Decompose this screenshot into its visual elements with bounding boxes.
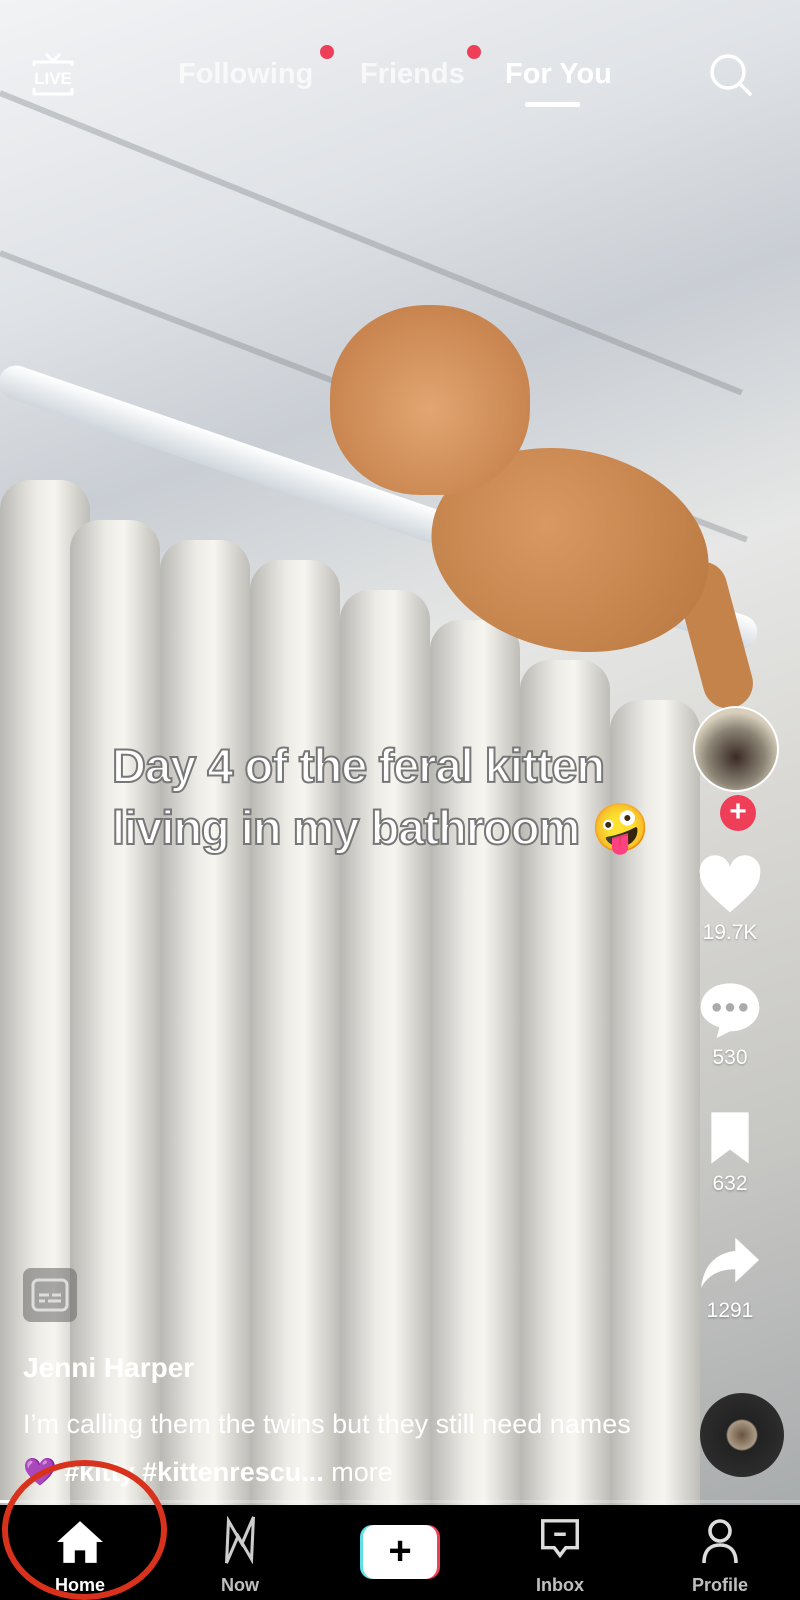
nav-now-label: Now: [221, 1575, 259, 1595]
comment-button[interactable]: 530: [690, 980, 770, 1070]
nav-inbox-label: Inbox: [536, 1575, 584, 1595]
bookmark-count: 632: [712, 1172, 748, 1195]
captions-icon: [31, 1278, 69, 1312]
active-tab-indicator: [525, 102, 580, 107]
inbox-icon: [541, 1519, 579, 1559]
share-button[interactable]: 1291: [690, 1235, 770, 1323]
top-bar: LIVE Following Friends For You: [0, 40, 800, 110]
like-count: 19.7K: [702, 921, 758, 944]
nav-now[interactable]: Now: [180, 1505, 300, 1600]
bookmark-icon: [711, 1112, 749, 1164]
share-count: 1291: [706, 1299, 754, 1322]
bookmark-button[interactable]: 632: [690, 1110, 770, 1196]
like-button[interactable]: 19.7K: [690, 855, 770, 945]
follow-button[interactable]: +: [720, 795, 756, 831]
profile-icon: [702, 1519, 738, 1564]
creator-avatar[interactable]: [693, 706, 779, 792]
create-plus-icon: +: [363, 1525, 437, 1579]
create-button[interactable]: +: [360, 1525, 440, 1579]
now-icon: [225, 1515, 255, 1565]
friends-notification-dot: [467, 45, 481, 59]
captions-button[interactable]: [23, 1268, 77, 1322]
tab-friends[interactable]: Friends: [360, 58, 465, 91]
nav-profile-label: Profile: [691, 1575, 748, 1595]
comment-icon: [700, 983, 760, 1038]
heart-icon: [699, 855, 761, 913]
live-tv-icon: LIVE: [32, 52, 74, 96]
more-link[interactable]: more: [331, 1457, 393, 1487]
creator-username[interactable]: Jenni Harper: [23, 1352, 194, 1384]
comment-count: 530: [712, 1046, 748, 1069]
live-button[interactable]: LIVE: [30, 52, 76, 98]
following-notification-dot: [320, 45, 334, 59]
curtain-fold: [340, 590, 430, 1505]
nav-inbox[interactable]: Inbox: [500, 1505, 620, 1600]
kitten-head: [330, 305, 530, 495]
video-overlay-text: Day 4 of the feral kitten living in my b…: [111, 735, 732, 859]
share-arrow-icon: [701, 1237, 759, 1288]
svg-text:LIVE: LIVE: [34, 69, 72, 88]
curtain-fold: [250, 560, 340, 1505]
nav-profile[interactable]: Profile: [660, 1505, 780, 1600]
tab-following[interactable]: Following: [178, 58, 313, 91]
overlay-line-2: living in my bathroom 🤪: [111, 800, 651, 855]
search-icon: [710, 54, 752, 96]
annotation-circle-home: [2, 1460, 167, 1600]
video-player[interactable]: Day 4 of the feral kitten living in my b…: [0, 0, 800, 1505]
music-disc[interactable]: [700, 1393, 784, 1477]
overlay-line-1: Day 4 of the feral kitten: [111, 738, 606, 793]
search-button[interactable]: [708, 52, 754, 103]
tab-for-you[interactable]: For You: [505, 58, 612, 91]
